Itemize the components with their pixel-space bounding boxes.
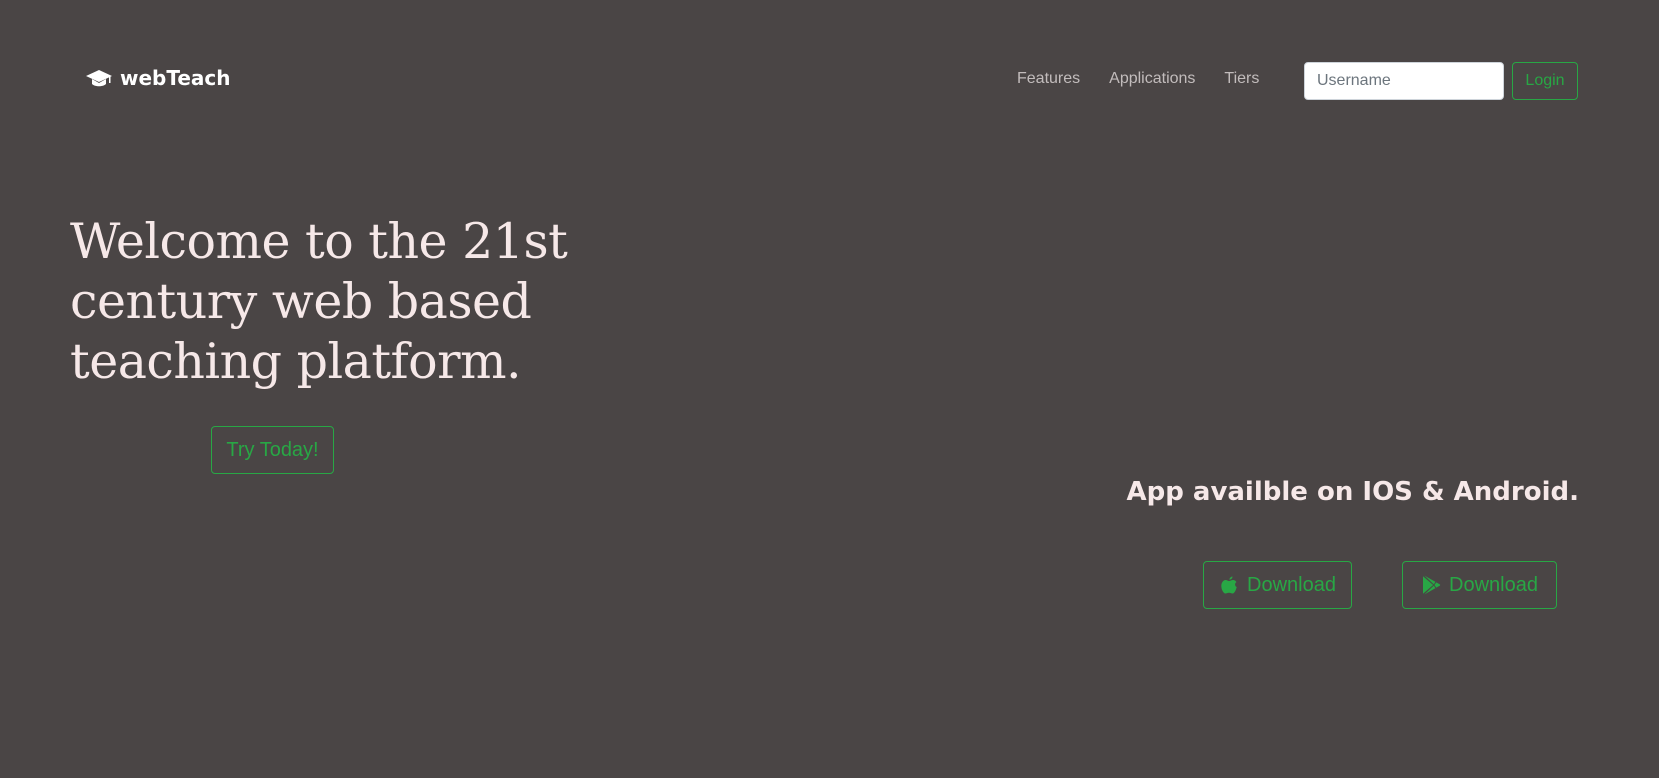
android-download-label: Download xyxy=(1449,573,1538,596)
google-play-icon xyxy=(1423,575,1441,595)
nav-links: Features Applications Tiers xyxy=(1017,70,1288,88)
nav-link-applications[interactable]: Applications xyxy=(1109,70,1195,88)
apple-icon xyxy=(1221,576,1237,594)
try-today-button[interactable]: Try Today! xyxy=(211,426,334,474)
app-availability-text: App availble on IOS & Android. xyxy=(1126,477,1580,507)
brand-label: webTeach xyxy=(120,66,231,90)
graduation-cap-icon xyxy=(86,70,112,87)
ios-download-button[interactable]: Download xyxy=(1203,561,1352,609)
nav-link-tiers[interactable]: Tiers xyxy=(1224,70,1259,88)
android-download-button[interactable]: Download xyxy=(1402,561,1557,609)
ios-download-label: Download xyxy=(1247,573,1336,596)
hero-heading: Welcome to the 21st century web based te… xyxy=(70,213,568,390)
navbar: webTeach Features Applications Tiers Log… xyxy=(0,0,1659,164)
brand-link[interactable]: webTeach xyxy=(86,66,231,90)
nav-link-features[interactable]: Features xyxy=(1017,70,1080,88)
login-button[interactable]: Login xyxy=(1512,62,1578,100)
username-input[interactable] xyxy=(1304,62,1504,100)
